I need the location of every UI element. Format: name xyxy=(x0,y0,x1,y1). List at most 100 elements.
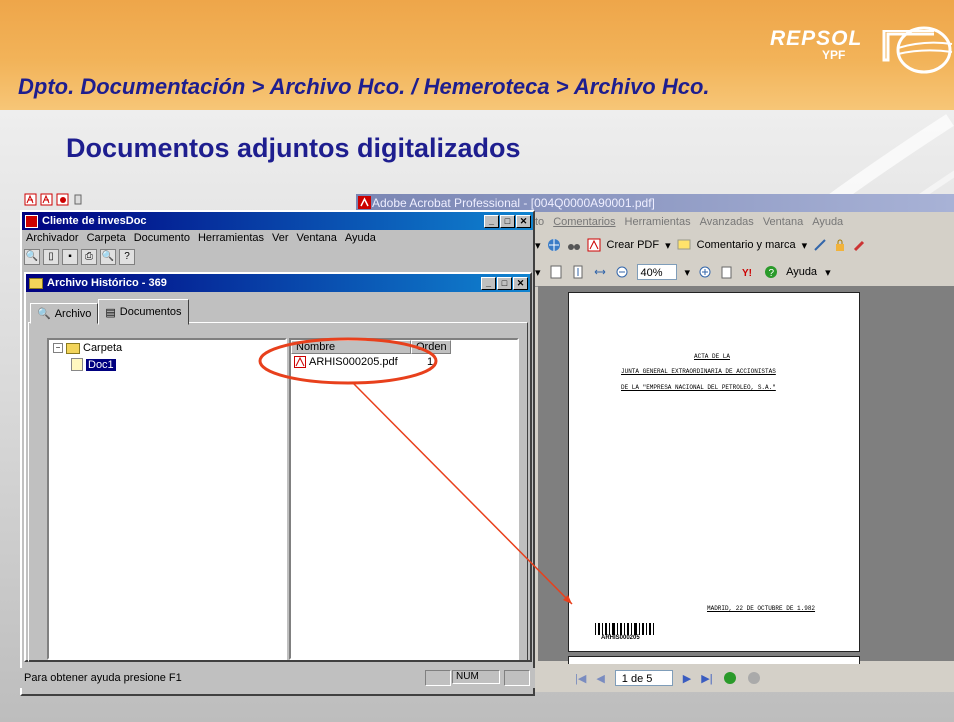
close-button[interactable]: ✕ xyxy=(516,214,531,228)
close-button[interactable]: ✕ xyxy=(513,276,528,290)
menu-ayuda[interactable]: Ayuda xyxy=(345,232,376,246)
child-title: Archivo Histórico - 369 xyxy=(47,277,167,289)
file-order: 1 xyxy=(427,356,434,368)
menu-herramientas[interactable]: Herramientas xyxy=(198,232,264,246)
rotate-icon[interactable] xyxy=(720,265,734,279)
acrobat-menu-herramientas[interactable]: Herramientas xyxy=(625,216,691,228)
menu-documento[interactable]: Documento xyxy=(134,232,190,246)
help-button[interactable]: Ayuda xyxy=(786,266,817,278)
search-icon: 🔍 xyxy=(37,308,51,320)
create-pdf-button[interactable]: Crear PDF xyxy=(607,239,660,251)
acrobat-menu-ventana[interactable]: Ventana xyxy=(763,216,803,228)
globe-icon[interactable] xyxy=(547,238,561,252)
document-list[interactable]: Nombre Orden ARHIS000205.pdf 1 xyxy=(289,338,519,660)
maximize-button[interactable]: □ xyxy=(500,214,515,228)
tab-archivo[interactable]: 🔍 Archivo xyxy=(30,303,99,324)
comment-icon[interactable] xyxy=(677,238,691,252)
tab-bar: 🔍 Archivo ▤ Documentos xyxy=(30,299,189,325)
zoom-out-icon[interactable] xyxy=(615,265,629,279)
pdf-icon[interactable] xyxy=(40,193,53,206)
zoom-in-icon[interactable] xyxy=(698,265,712,279)
menu-archivador[interactable]: Archivador xyxy=(26,232,79,246)
tab-documentos[interactable]: ▤ Documentos xyxy=(98,299,189,325)
menu-ventana[interactable]: Ventana xyxy=(297,232,337,246)
preview-icon[interactable]: 🔍 xyxy=(100,249,116,265)
list-header: Nombre Orden xyxy=(291,340,517,354)
pdf-page: ACTA DE LA JUNTA GENERAL EXTRAORDINARIA … xyxy=(568,292,860,652)
list-item[interactable]: ARHIS000205.pdf 1 xyxy=(291,354,517,370)
acrobat-menu-avanzadas[interactable]: Avanzadas xyxy=(700,216,754,228)
acrobat-toolbar-2: ▾ 40% ▾ Y! ? Ayuda ▾ xyxy=(535,258,954,287)
minimize-button[interactable]: _ xyxy=(484,214,499,228)
zoom-level-input[interactable]: 40% xyxy=(636,264,677,280)
help-icon[interactable]: ? xyxy=(764,265,778,279)
logo-sub: YPF xyxy=(822,48,846,62)
fit-height-icon[interactable] xyxy=(571,265,585,279)
chevron-down-icon[interactable]: ▾ xyxy=(685,266,691,279)
new-document-icon[interactable]: ▯ xyxy=(43,249,59,265)
pdf-icon[interactable] xyxy=(24,193,37,206)
pdf-settings-icon[interactable] xyxy=(56,193,69,206)
menu-carpeta[interactable]: Carpeta xyxy=(87,232,126,246)
folder-icon xyxy=(29,277,43,289)
invesdoc-status-bar: Para obtener ayuda presione F1 NUM xyxy=(20,668,535,688)
chevron-down-icon[interactable]: ▾ xyxy=(802,239,808,252)
last-page-icon[interactable]: ▶| xyxy=(701,672,712,685)
folder-tree[interactable]: − Carpeta Doc1 xyxy=(47,338,287,660)
num-lock-indicator: NUM xyxy=(452,670,500,684)
save-icon[interactable]: ▪ xyxy=(62,249,78,265)
invesdoc-toolbar: 🔍 ▯ ▪ ⎙ 🔍 ? xyxy=(24,246,135,268)
menu-ver[interactable]: Ver xyxy=(272,232,289,246)
chevron-down-icon[interactable]: ▾ xyxy=(665,239,671,252)
sign-icon[interactable] xyxy=(813,238,827,252)
binoculars-icon[interactable] xyxy=(567,238,581,252)
slide-title: Documentos adjuntos digitalizados xyxy=(66,133,521,163)
dropdown-arrow-icon[interactable]: ▾ xyxy=(535,239,541,252)
acrobat-menu-item[interactable]: to xyxy=(535,216,544,228)
acrobat-toolbar-1: ▾ Crear PDF ▾ Comentario y marca ▾ xyxy=(535,232,954,258)
dropdown-icon[interactable] xyxy=(72,193,85,206)
page-number-input[interactable]: 1 de 5 xyxy=(614,670,673,686)
previous-page-icon[interactable]: ◀ xyxy=(596,672,604,685)
minimize-button[interactable]: _ xyxy=(481,276,496,290)
next-page-icon[interactable]: ▶ xyxy=(683,672,691,685)
invesdoc-titlebar: Cliente de invesDoc _ □ ✕ xyxy=(22,212,533,230)
create-pdf-icon[interactable] xyxy=(587,238,601,252)
barcode-icon xyxy=(595,623,654,635)
status-panel xyxy=(425,670,451,686)
maximize-button[interactable]: □ xyxy=(497,276,512,290)
file-name: ARHIS000205.pdf xyxy=(309,356,398,368)
column-header-nombre[interactable]: Nombre xyxy=(291,340,411,354)
tree-item-label: Carpeta xyxy=(83,342,123,354)
status-text: Para obtener ayuda presione F1 xyxy=(24,672,182,684)
lock-icon[interactable] xyxy=(833,238,847,252)
tree-item-carpeta[interactable]: − Carpeta xyxy=(53,342,122,354)
pen-icon[interactable] xyxy=(853,238,867,252)
yahoo-icon[interactable]: Y! xyxy=(742,265,756,279)
column-header-orden[interactable]: Orden xyxy=(411,340,451,354)
child-titlebar: Archivo Histórico - 369 _ □ ✕ xyxy=(26,274,530,292)
dropdown-arrow-icon[interactable]: ▾ xyxy=(535,266,541,279)
go-back-icon[interactable] xyxy=(723,671,737,685)
print-icon[interactable]: ⎙ xyxy=(81,249,97,265)
acrobat-menu-comentarios[interactable]: Comentarios xyxy=(553,216,615,228)
help-icon[interactable]: ? xyxy=(119,249,135,265)
page-icon[interactable] xyxy=(549,265,563,279)
acrobat-title: Adobe Acrobat Professional - [004Q0000A9… xyxy=(372,196,655,210)
logo-brand: REPSOL xyxy=(770,27,863,50)
go-forward-icon[interactable] xyxy=(747,671,761,685)
collapse-icon[interactable]: − xyxy=(53,343,63,353)
acrobat-menu-ayuda[interactable]: Ayuda xyxy=(812,216,843,228)
slide: Dpto. Documentación > Archivo Hco. / Hem… xyxy=(0,0,954,722)
breadcrumb: Dpto. Documentación > Archivo Hco. / Hem… xyxy=(18,74,710,99)
page-heading: ACTA DE LA xyxy=(694,353,731,360)
tree-item-doc1[interactable]: Doc1 xyxy=(71,358,116,371)
app-icon xyxy=(25,214,38,228)
search-icon[interactable]: 🔍 xyxy=(24,249,40,265)
comment-markup-button[interactable]: Comentario y marca xyxy=(697,239,796,251)
fit-width-icon[interactable] xyxy=(593,265,607,279)
first-page-icon[interactable]: |◀ xyxy=(575,672,586,685)
chevron-down-icon[interactable]: ▾ xyxy=(825,266,831,279)
pdf-icon-strip xyxy=(24,191,85,207)
acrobat-status-bar: |◀ ◀ 1 de 5 ▶ ▶| xyxy=(535,664,954,692)
